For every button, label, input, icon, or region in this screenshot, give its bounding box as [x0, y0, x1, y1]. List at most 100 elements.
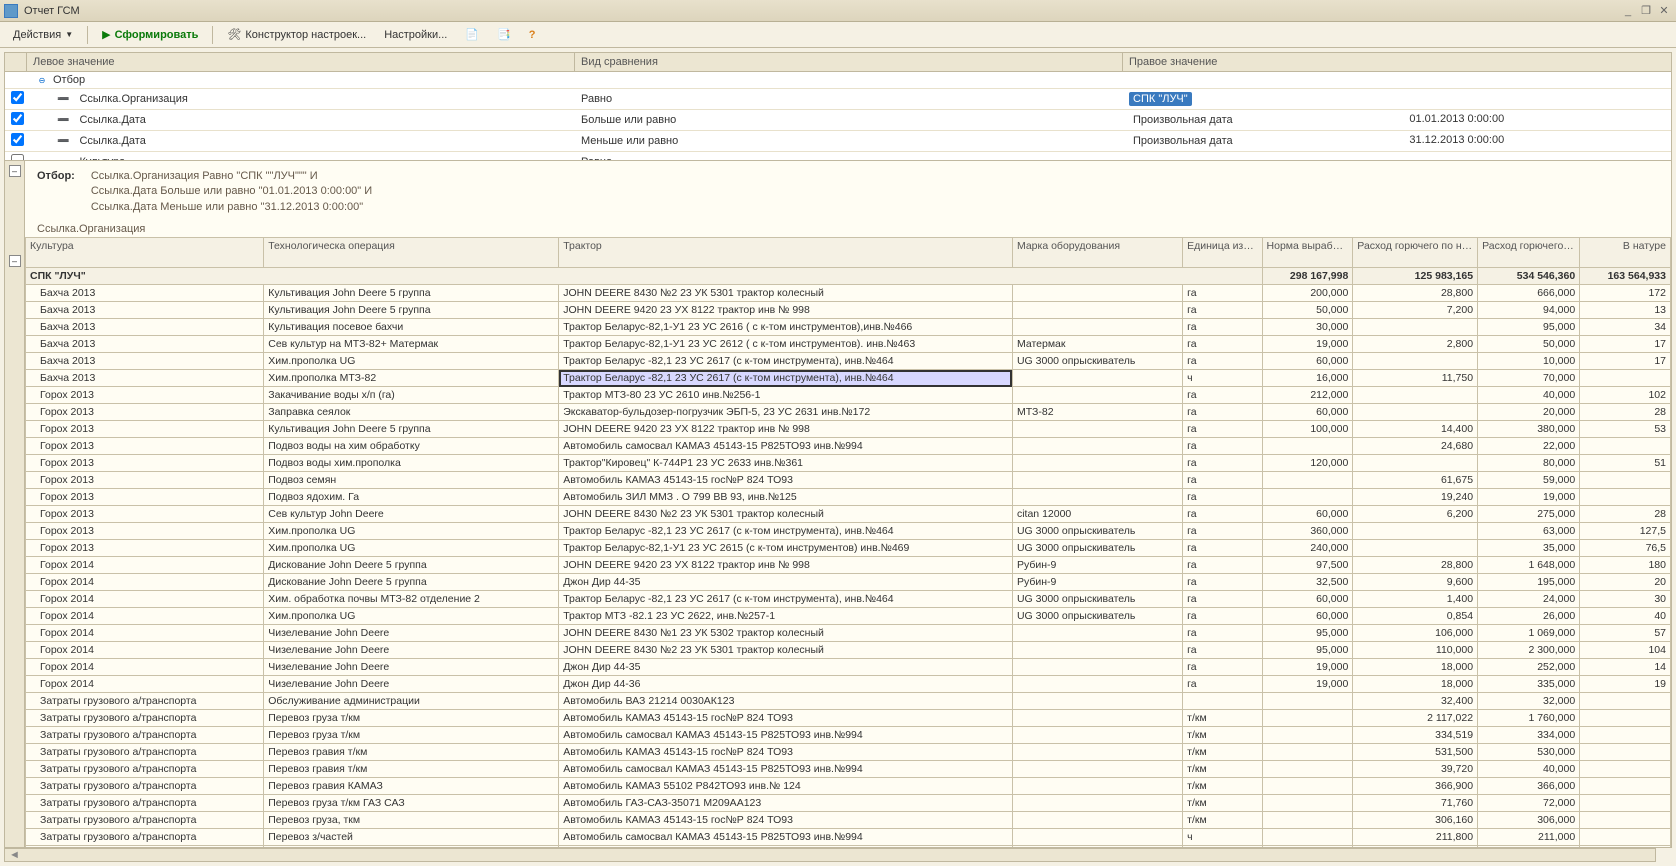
cell-n4: 30 — [1580, 591, 1671, 608]
cell-n1: 100,000 — [1262, 421, 1353, 438]
cell-culture: Затраты грузового а/транспорта — [26, 846, 264, 847]
cell-tractor: Трактор Беларус-82,1-У1 23 УС 2616 ( с к… — [559, 319, 1013, 336]
filter-row[interactable]: ➖Ссылка.ДатаБольше или равноПроизвольная… — [5, 110, 1671, 131]
form-button[interactable]: ▶ Сформировать — [95, 25, 205, 44]
cell-n4 — [1580, 727, 1671, 744]
cell-n4: 180 — [1580, 557, 1671, 574]
filter-checkbox[interactable] — [5, 110, 27, 130]
cell-equipment: UG 3000 опрыскиватель — [1012, 353, 1182, 370]
table-row[interactable]: Горох 2013Хим.прополка UGТрактор Беларус… — [26, 523, 1671, 540]
table-row[interactable]: Горох 2013Заправка сеялокЭкскаватор-буль… — [26, 404, 1671, 421]
table-row[interactable]: Затраты грузового а/транспортаПеревоз гр… — [26, 727, 1671, 744]
table-row[interactable]: Бахча 2013Хим.прополка UGТрактор Беларус… — [26, 353, 1671, 370]
th-equipment[interactable]: Марка оборудования — [1012, 238, 1182, 268]
table-row[interactable]: Горох 2013Подвоз воды на хим обработкуАв… — [26, 438, 1671, 455]
cell-unit: т/км — [1183, 761, 1262, 778]
collapse-group[interactable]: – — [9, 255, 21, 267]
tool-icon-1[interactable]: 📄 — [458, 25, 486, 44]
table-row[interactable]: Затраты грузового а/транспортаПеревоз гр… — [26, 710, 1671, 727]
filter-comparison: Больше или равно — [575, 112, 1123, 128]
cell-n3: 195,000 — [1478, 574, 1580, 591]
th-fuel-norm[interactable]: Расход горючего по норме на единицу — [1353, 238, 1478, 268]
th-unit[interactable]: Единица измерения — [1183, 238, 1262, 268]
cell-unit: га — [1183, 591, 1262, 608]
cell-n2 — [1353, 455, 1478, 472]
table-row[interactable]: Бахча 2013Сев культур на МТЗ-82+ Матерма… — [26, 336, 1671, 353]
cell-operation: Перевоз гравия т/км — [264, 744, 559, 761]
minimize-button[interactable]: _ — [1620, 4, 1636, 18]
table-row[interactable]: Горох 2013Подвоз семянАвтомобиль КАМАЗ 4… — [26, 472, 1671, 489]
filter-checkbox[interactable] — [5, 89, 27, 109]
th-culture[interactable]: Культура — [26, 238, 264, 268]
table-row[interactable]: Горох 2014Чизелевание John DeereДжон Дир… — [26, 659, 1671, 676]
table-row[interactable]: Горох 2014Хим.прополка UGТрактор МТЗ -82… — [26, 608, 1671, 625]
table-row[interactable]: Бахча 2013Культивация John Deere 5 групп… — [26, 302, 1671, 319]
table-row[interactable]: Затраты грузового а/транспортаПеревоз ме… — [26, 846, 1671, 847]
table-row[interactable]: Затраты грузового а/транспортаПеревоз з/… — [26, 829, 1671, 846]
table-row[interactable]: Бахча 2013Культивация посевое бахчиТракт… — [26, 319, 1671, 336]
cell-culture: Затраты грузового а/транспорта — [26, 812, 264, 829]
filter-row[interactable]: ➖Ссылка.ОрганизацияРавноСПК "ЛУЧ" — [5, 89, 1671, 110]
table-row[interactable]: Горох 2013Подвоз воды хим.прополкаТракто… — [26, 455, 1671, 472]
collapse-summary[interactable]: – — [9, 165, 21, 177]
filter-checkbox[interactable] — [5, 131, 27, 151]
dash-icon: ➖ — [57, 94, 69, 105]
th-natural[interactable]: В натуре — [1580, 238, 1671, 268]
table-row[interactable]: Бахча 2013Хим.прополка МТЗ-82Трактор Бел… — [26, 370, 1671, 387]
cell-n2: 1,400 — [1353, 591, 1478, 608]
filter-comparison: Меньше или равно — [575, 133, 1123, 149]
table-row[interactable]: Затраты грузового а/транспортаПеревоз гр… — [26, 795, 1671, 812]
table-row[interactable]: Горох 2014Дискование John Deere 5 группа… — [26, 557, 1671, 574]
minus-icon[interactable]: ⊖ — [37, 76, 47, 85]
table-row[interactable]: Затраты грузового а/транспортаПеревоз гр… — [26, 761, 1671, 778]
actions-menu[interactable]: Действия▼ — [6, 26, 80, 44]
filter-row[interactable]: ➖Ссылка.ДатаМеньше или равноПроизвольная… — [5, 131, 1671, 152]
cell-operation: Дискование John Deere 5 группа — [264, 557, 559, 574]
cell-n3: 252,000 — [1478, 659, 1580, 676]
table-row[interactable]: Горох 2013Сев культур John DeereJOHN DEE… — [26, 506, 1671, 523]
horizontal-scrollbar[interactable]: ◄ — [4, 848, 1656, 862]
th-fuel-fact[interactable]: Расход горючего по факту — [1478, 238, 1580, 268]
table-row[interactable]: Горох 2014Дискование John Deere 5 группа… — [26, 574, 1671, 591]
table-row[interactable]: Горох 2014Чизелевание John DeereДжон Дир… — [26, 676, 1671, 693]
filter-checkbox[interactable] — [5, 78, 27, 82]
tool-icon-2[interactable]: 📑 — [490, 25, 518, 44]
cell-n2: 0,854 — [1353, 608, 1478, 625]
close-button[interactable]: ✕ — [1656, 4, 1672, 18]
total-row[interactable]: СПК "ЛУЧ"298 167,998125 983,165534 546,3… — [26, 268, 1671, 285]
cell-n3: 75,000 — [1478, 846, 1580, 847]
table-row[interactable]: Затраты грузового а/транспортаОбслуживан… — [26, 693, 1671, 710]
maximize-button[interactable]: ❐ — [1638, 4, 1654, 18]
cell-culture: Горох 2013 — [26, 506, 264, 523]
cell-unit: га — [1183, 336, 1262, 353]
table-row[interactable]: Горох 2013Закачивание воды х/п (га)Тракт… — [26, 387, 1671, 404]
cell-n2 — [1353, 404, 1478, 421]
cell-n1: 30,000 — [1262, 319, 1353, 336]
table-row[interactable]: Горох 2014Чизелевание John DeereJOHN DEE… — [26, 625, 1671, 642]
table-row[interactable]: Горох 2014Хим. обработка почвы МТЗ-82 от… — [26, 591, 1671, 608]
cell-n4: 19 — [1580, 676, 1671, 693]
table-row[interactable]: Горох 2013Хим.прополка UGТрактор Беларус… — [26, 540, 1671, 557]
export-icon: 📑 — [497, 28, 511, 41]
help-button[interactable]: ? — [522, 26, 543, 44]
th-operation[interactable]: Технологическа операция — [264, 238, 559, 268]
table-row[interactable]: Затраты грузового а/транспортаПеревоз гр… — [26, 744, 1671, 761]
table-row[interactable]: Затраты грузового а/транспортаПеревоз гр… — [26, 778, 1671, 795]
cell-n1: 60,000 — [1262, 506, 1353, 523]
table-row[interactable]: Горох 2013Культивация John Deere 5 групп… — [26, 421, 1671, 438]
table-row[interactable]: Горох 2013Подвоз ядохим. ГаАвтомобиль ЗИ… — [26, 489, 1671, 506]
cell-n4 — [1580, 846, 1671, 847]
settings-button[interactable]: Настройки... — [377, 26, 454, 44]
cell-culture: Затраты грузового а/транспорта — [26, 693, 264, 710]
filter-tree-root[interactable]: ⊖Отбор — [5, 72, 1671, 89]
cell-equipment — [1012, 642, 1182, 659]
cell-n3: 50,000 — [1478, 336, 1580, 353]
cell-equipment — [1012, 319, 1182, 336]
table-row[interactable]: Бахча 2013Культивация John Deere 5 групп… — [26, 285, 1671, 302]
table-row[interactable]: Горох 2014Чизелевание John DeereJOHN DEE… — [26, 642, 1671, 659]
table-row[interactable]: Затраты грузового а/транспортаПеревоз гр… — [26, 812, 1671, 829]
th-norm[interactable]: Норма выработки — [1262, 238, 1353, 268]
settings-constructor-button[interactable]: 🛠 Конструктор настроек... — [220, 25, 373, 44]
th-tractor[interactable]: Трактор — [559, 238, 1013, 268]
cell-equipment: МТЗ-82 — [1012, 404, 1182, 421]
